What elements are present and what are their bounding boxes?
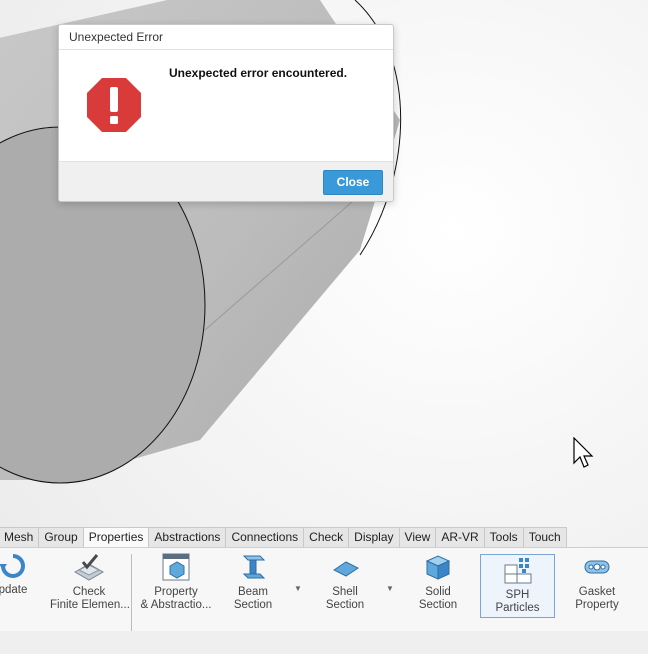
shell-icon (333, 561, 359, 577)
beam-dropdown-icon[interactable]: ▼ (294, 584, 302, 593)
solid-section-button[interactable]: Solid Section (410, 552, 466, 612)
tab-tools[interactable]: Tools (483, 527, 524, 547)
error-stop-icon (87, 78, 141, 132)
ribbon-tabbar: Mesh Group Properties Abstractions Conne… (0, 527, 648, 547)
ribbon-separator (131, 554, 132, 632)
shell-section-button[interactable]: Shell Section (318, 552, 372, 612)
status-strip (0, 631, 648, 654)
beam-label-2: Section (233, 599, 273, 611)
gasket-icon (584, 560, 610, 574)
close-button[interactable]: Close (323, 170, 383, 195)
update-button[interactable]: pdate (0, 552, 32, 597)
tab-connections[interactable]: Connections (225, 527, 305, 547)
dialog-footer: Close (59, 161, 393, 201)
sph-label-2: Particles (495, 602, 540, 614)
sph-particles-icon (504, 558, 531, 584)
mouse-pointer-icon (573, 437, 594, 468)
property-browser-icon (162, 553, 190, 581)
gasket-label-2: Property (575, 599, 619, 611)
check-finite-element-button[interactable]: Check Finite Elemen... (50, 552, 130, 612)
sph-label-1: SPH (505, 589, 530, 601)
gasket-property-button[interactable]: Gasket Property (566, 552, 628, 612)
beam-icon (242, 555, 266, 579)
tab-abstractions[interactable]: Abstractions (148, 527, 227, 547)
tab-touch[interactable]: Touch (522, 527, 567, 547)
tab-check[interactable]: Check (303, 527, 350, 547)
beam-label-1: Beam (237, 586, 269, 598)
error-message: Unexpected error encountered. (169, 66, 348, 80)
shell-label-1: Shell (332, 586, 358, 598)
sph-particles-button[interactable]: SPH Particles (480, 554, 555, 618)
solid-label-2: Section (418, 599, 458, 611)
tab-ar-vr[interactable]: AR-VR (435, 527, 485, 547)
check-label-1: Check (72, 586, 106, 598)
gasket-label-1: Gasket (578, 586, 616, 598)
ribbon-panel: pdate Check Finite Elemen... Property & … (0, 547, 648, 632)
check-elements-icon (73, 554, 105, 581)
refresh-icon (0, 554, 25, 578)
tab-group[interactable]: Group (38, 527, 84, 547)
beam-section-button[interactable]: Beam Section (226, 552, 280, 612)
shell-label-2: Section (325, 599, 365, 611)
check-label-2: Finite Elemen... (50, 599, 130, 611)
tab-properties[interactable]: Properties (82, 527, 150, 547)
dialog-body: Unexpected error encountered. (59, 50, 393, 162)
tab-mesh[interactable]: Mesh (0, 527, 40, 547)
dialog-title: Unexpected Error (59, 25, 393, 50)
tab-display[interactable]: Display (348, 527, 400, 547)
solid-cube-icon (425, 555, 451, 580)
tab-view[interactable]: View (398, 527, 437, 547)
error-dialog: Unexpected Error Unexpected error encoun… (58, 24, 394, 202)
update-label: pdate (0, 584, 28, 596)
shell-dropdown-icon[interactable]: ▼ (386, 584, 394, 593)
solid-label-1: Solid (425, 586, 451, 598)
property-label-2: & Abstractio... (140, 599, 212, 611)
property-abstraction-button[interactable]: Property & Abstractio... (136, 552, 216, 612)
property-label-1: Property (154, 586, 198, 598)
